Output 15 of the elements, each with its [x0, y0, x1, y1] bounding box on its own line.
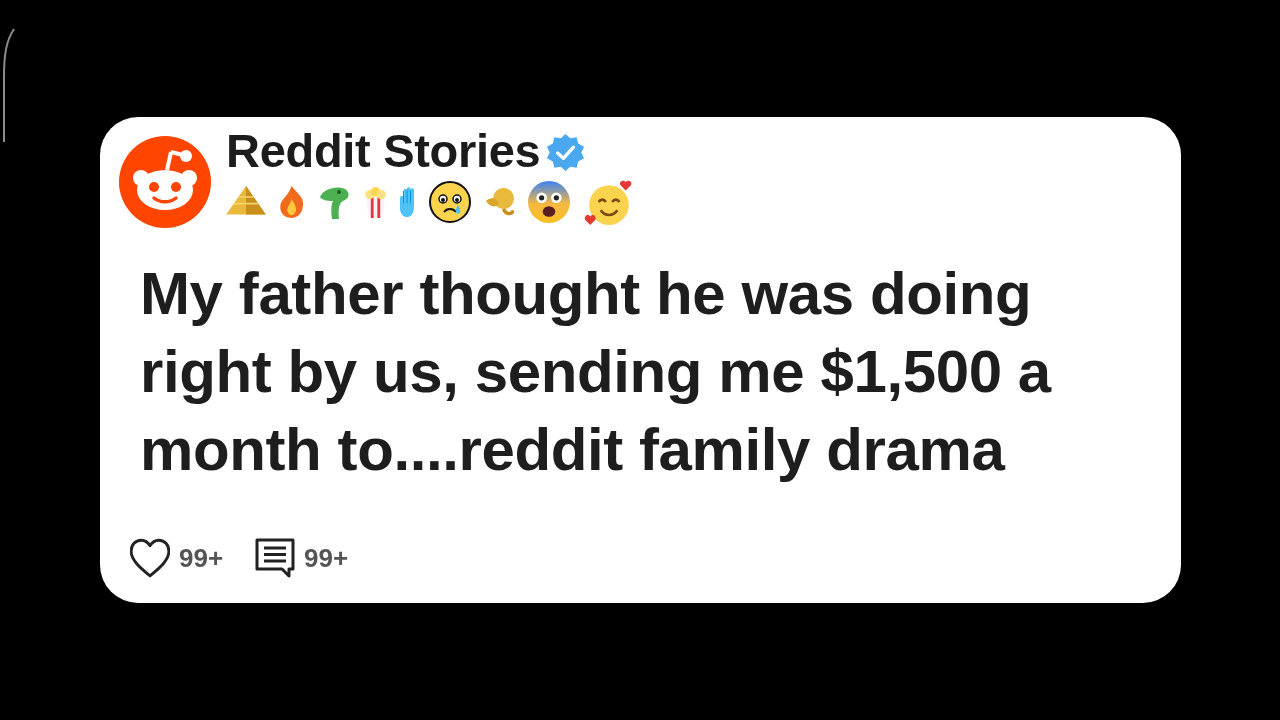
hand-icon — [400, 186, 414, 219]
like-count: 99+ — [179, 542, 224, 574]
fearful-face-icon — [528, 181, 570, 224]
crying-face-icon — [428, 180, 472, 225]
heart-icon[interactable] — [130, 538, 170, 578]
dinosaur-icon — [319, 185, 351, 220]
comment-count: 99+ — [304, 542, 349, 574]
alien-mascot-avatar-icon — [119, 136, 211, 228]
golden-shape-icon — [486, 188, 514, 217]
comment-icon[interactable] — [255, 538, 296, 578]
popcorn-icon — [365, 186, 386, 218]
fire-icon — [280, 186, 305, 219]
post-title: My father thought he was doing right by us, sending me $1,500 a month to....reddit family drama — [140, 259, 1053, 485]
smiling-face-with-hearts-icon — [584, 179, 633, 225]
channel-name: Reddit Stories — [226, 126, 541, 176]
